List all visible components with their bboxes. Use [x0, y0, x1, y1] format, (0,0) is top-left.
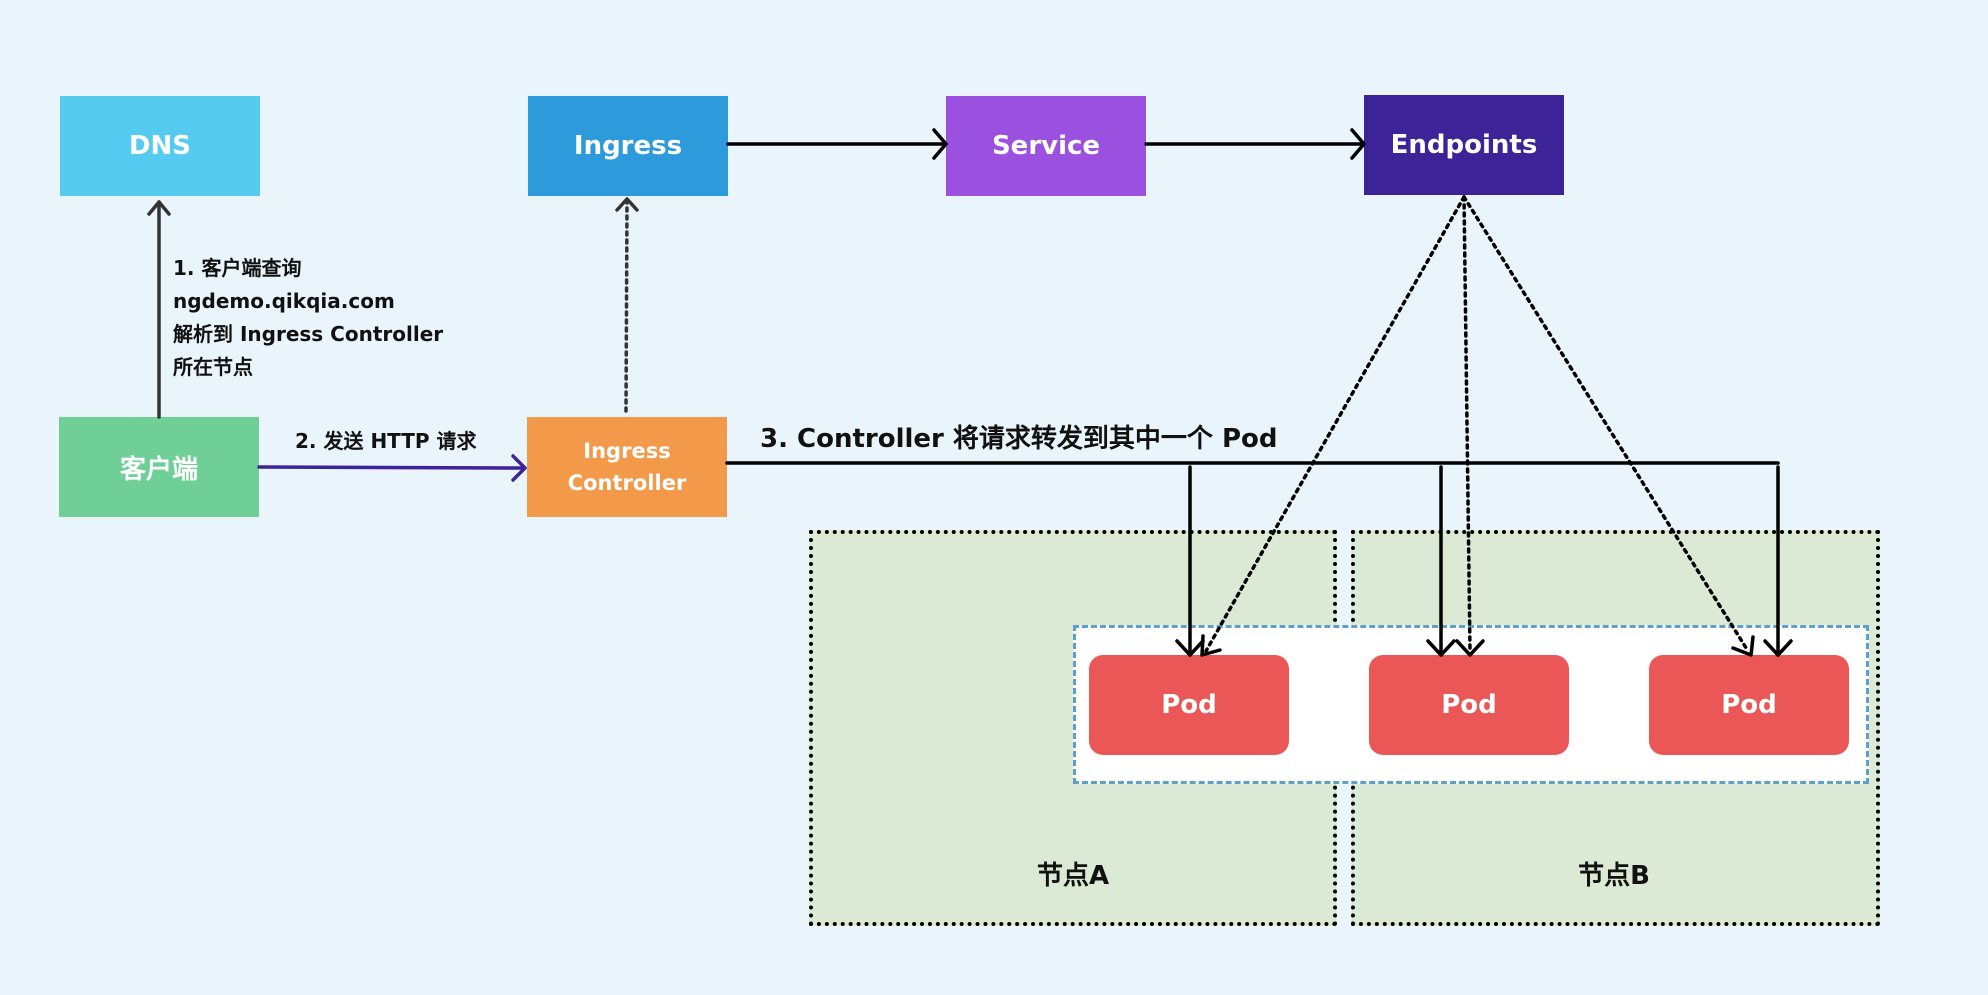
- arrow-client-to-controller: [257, 465, 526, 470]
- connectors: [147, 128, 1793, 657]
- endpoints-to-pod-1: [1204, 195, 1466, 653]
- arrow-controller-to-ingress: [624, 200, 629, 413]
- endpoints-to-pod-3: [1462, 195, 1750, 653]
- endpoints-to-pod-2: [1462, 195, 1472, 653]
